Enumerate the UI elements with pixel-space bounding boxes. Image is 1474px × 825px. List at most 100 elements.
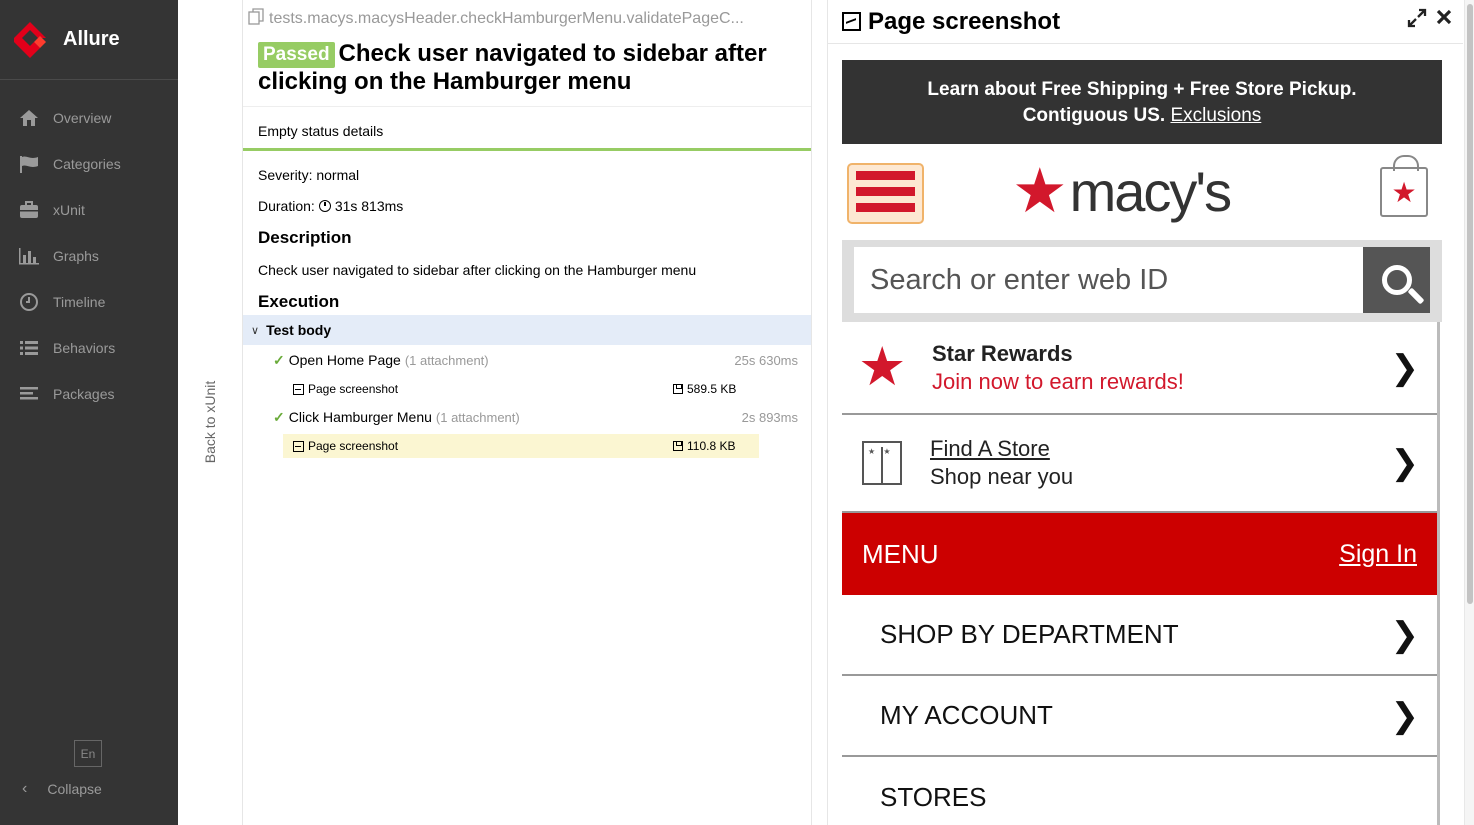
test-path: tests.macys.macysHeader.checkHamburgerMe… bbox=[248, 8, 808, 30]
floppy-icon bbox=[673, 441, 683, 451]
sidebar: Allure Overview Categories xUnit Graphs bbox=[0, 0, 178, 825]
chevron-right-icon: ❯ bbox=[1390, 696, 1420, 735]
star-icon: ★ bbox=[858, 337, 907, 397]
check-icon: ✓ bbox=[273, 351, 285, 368]
attachment-row-selected[interactable]: Page screenshot 110.8 KB bbox=[283, 434, 759, 458]
collapse-label: Collapse bbox=[47, 781, 102, 797]
menu-item: STORES bbox=[842, 757, 1437, 825]
collapse-button[interactable]: ‹ Collapse bbox=[22, 780, 102, 798]
shipping-line-2: Contiguous US. bbox=[1022, 105, 1166, 126]
description-heading: Description bbox=[258, 228, 352, 247]
menu-header: MENU Sign In bbox=[842, 513, 1437, 595]
chevron-down-icon: ∨ bbox=[251, 324, 260, 337]
duration-value: 31s 813ms bbox=[334, 198, 404, 214]
status-details: Empty status details bbox=[258, 123, 384, 139]
attachment-viewer: Page screenshot Learn about Free Shippin… bbox=[827, 0, 1474, 825]
sidebar-item-xunit[interactable]: xUnit bbox=[0, 187, 178, 233]
search-input: Search or enter web ID bbox=[854, 247, 1430, 313]
sidebar-item-label: Categories bbox=[53, 156, 121, 172]
sign-in-link: Sign In bbox=[1339, 539, 1417, 568]
home-icon bbox=[18, 107, 40, 129]
search-bar: Search or enter web ID bbox=[842, 240, 1442, 322]
test-body-label: Test body bbox=[266, 322, 332, 338]
store-title: Find A Store bbox=[930, 436, 1050, 461]
find-store-row: Find A Store Shop near you ❯ bbox=[842, 415, 1437, 513]
image-icon bbox=[842, 12, 861, 31]
attachment-size: 589.5 KB bbox=[673, 382, 736, 396]
viewer-header: Page screenshot bbox=[828, 0, 1463, 44]
step-attachments: (1 attachment) bbox=[404, 352, 489, 368]
menu-item-label: STORES bbox=[880, 782, 987, 812]
chevron-right-icon: ❯ bbox=[1390, 348, 1420, 387]
sidebar-item-label: xUnit bbox=[53, 202, 85, 218]
shopping-bag-icon: ★ bbox=[1380, 155, 1428, 217]
chevron-right-icon: ❯ bbox=[1390, 615, 1420, 654]
step-name: Open Home Page bbox=[288, 352, 401, 368]
align-left-icon bbox=[18, 383, 40, 405]
page-screenshot-image: Learn about Free Shipping + Free Store P… bbox=[842, 60, 1442, 825]
menu-item-label: MY ACCOUNT bbox=[880, 700, 1053, 730]
logo-row: ★ macy's ★ bbox=[842, 144, 1442, 239]
sidebar-item-graphs[interactable]: Graphs bbox=[0, 233, 178, 279]
description-text: Check user navigated to sidebar after cl… bbox=[258, 262, 697, 278]
scrollbar-thumb[interactable] bbox=[1467, 4, 1473, 604]
attachment-name: Page screenshot bbox=[308, 382, 399, 396]
expand-icon[interactable] bbox=[1407, 8, 1427, 34]
language-toggle[interactable]: En bbox=[74, 740, 102, 767]
back-to-xunit-link[interactable]: Back to xUnit bbox=[202, 381, 218, 463]
step-time: 25s 630ms bbox=[734, 352, 798, 368]
step-row[interactable]: ✓ Open Home Page (1 attachment) 25s 630m… bbox=[273, 348, 798, 372]
attachment-size-text: 110.8 KB bbox=[687, 439, 736, 453]
store-subtitle: Shop near you bbox=[930, 464, 1074, 489]
test-path-text: tests.macys.macysHeader.checkHamburgerMe… bbox=[269, 10, 744, 27]
sidebar-item-label: Behaviors bbox=[53, 340, 116, 356]
brand[interactable]: Allure bbox=[0, 0, 178, 80]
attachment-row[interactable]: Page screenshot 589.5 KB bbox=[283, 377, 759, 401]
search-button bbox=[1363, 247, 1430, 313]
image-file-icon bbox=[293, 383, 304, 395]
viewer-title: Page screenshot bbox=[868, 7, 1061, 35]
floppy-icon bbox=[673, 384, 683, 394]
shipping-line-1: Learn about Free Shipping + Free Store P… bbox=[927, 79, 1357, 100]
search-placeholder: Search or enter web ID bbox=[870, 263, 1169, 296]
step-row[interactable]: ✓ Click Hamburger Menu (1 attachment) 2s… bbox=[273, 405, 798, 429]
sidebar-item-packages[interactable]: Packages bbox=[0, 371, 178, 417]
shipping-banner: Learn about Free Shipping + Free Store P… bbox=[842, 60, 1442, 144]
step-time: 2s 893ms bbox=[741, 409, 798, 425]
sidebar-item-timeline[interactable]: Timeline bbox=[0, 279, 178, 325]
sidebar-item-overview[interactable]: Overview bbox=[0, 95, 178, 141]
clock-icon bbox=[18, 291, 40, 313]
chevron-left-icon: ‹ bbox=[22, 780, 28, 797]
allure-logo-icon bbox=[14, 21, 46, 58]
clock-icon bbox=[318, 200, 331, 212]
close-icon[interactable] bbox=[1435, 8, 1453, 34]
image-file-icon bbox=[293, 440, 304, 452]
list-icon bbox=[18, 337, 40, 359]
scrollbar[interactable] bbox=[1464, 0, 1474, 825]
menu-label: MENU bbox=[862, 538, 939, 569]
sidebar-item-label: Packages bbox=[53, 386, 115, 402]
macys-logo-text: macy's bbox=[1069, 160, 1232, 223]
sidebar-item-categories[interactable]: Categories bbox=[0, 141, 178, 187]
test-body-row[interactable]: ∨ Test body bbox=[243, 315, 811, 345]
brand-name: Allure bbox=[63, 28, 120, 50]
severity: Severity: normal bbox=[258, 167, 360, 183]
star-rewards-row: ★ Star Rewards Join now to earn rewards!… bbox=[842, 322, 1437, 415]
execution-heading: Execution bbox=[258, 292, 340, 311]
flag-icon bbox=[18, 153, 40, 175]
divider bbox=[243, 106, 811, 107]
sidebar-item-behaviors[interactable]: Behaviors bbox=[0, 325, 178, 371]
chevron-right-icon: ❯ bbox=[1390, 444, 1420, 482]
briefcase-icon bbox=[18, 199, 40, 221]
attachment-name: Page screenshot bbox=[308, 439, 399, 453]
duration-label: Duration: bbox=[258, 198, 315, 214]
macys-logo: ★ macy's bbox=[1012, 159, 1232, 224]
menu-item: SHOP BY DEPARTMENT ❯ bbox=[842, 595, 1437, 676]
sidebar-item-label: Overview bbox=[53, 110, 112, 126]
test-title: Passed Check user navigated to sidebar af… bbox=[258, 40, 798, 96]
copy-icon[interactable] bbox=[248, 8, 264, 30]
step-attachments: (1 attachment) bbox=[435, 409, 520, 425]
hamburger-icon bbox=[847, 163, 924, 224]
menu-item: MY ACCOUNT ❯ bbox=[842, 676, 1437, 757]
attachment-size: 110.8 KB bbox=[673, 439, 735, 453]
